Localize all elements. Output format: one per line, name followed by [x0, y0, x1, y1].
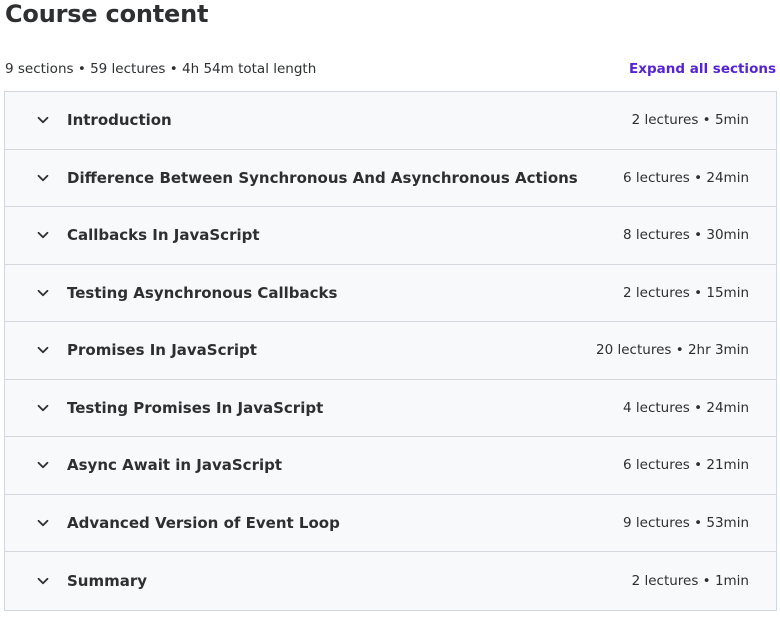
chevron-down-icon [36, 228, 50, 242]
section-row[interactable]: Callbacks In JavaScript 8 lectures • 30m… [5, 207, 776, 265]
chevron-down-icon [36, 286, 50, 300]
section-meta: 6 lectures • 21min [623, 457, 749, 474]
section-title: Promises In JavaScript [67, 341, 257, 360]
chevron-down-icon [36, 343, 50, 357]
section-title: Introduction [67, 111, 172, 130]
course-content-panel: Course content 9 sections • 59 lectures … [0, 0, 780, 622]
section-meta: 8 lectures • 30min [623, 227, 749, 244]
sections-list: Introduction 2 lectures • 5min Differenc… [4, 91, 777, 611]
section-row[interactable]: Difference Between Synchronous And Async… [5, 150, 776, 207]
section-meta: 4 lectures • 24min [623, 399, 749, 416]
section-row[interactable]: Testing Promises In JavaScript 4 lecture… [5, 380, 776, 437]
section-meta: 9 lectures • 53min [623, 514, 749, 531]
section-meta: 6 lectures • 24min [623, 169, 749, 186]
course-summary: 9 sections • 59 lectures • 4h 54m total … [5, 61, 317, 77]
chevron-down-icon [36, 171, 50, 185]
section-meta: 2 lectures • 5min [631, 112, 749, 129]
section-row[interactable]: Advanced Version of Event Loop 9 lecture… [5, 495, 776, 552]
chevron-down-icon [36, 574, 50, 588]
section-meta: 20 lectures • 2hr 3min [596, 342, 749, 359]
section-title: Difference Between Synchronous And Async… [67, 168, 578, 187]
section-title: Async Await in JavaScript [67, 456, 283, 475]
section-row[interactable]: Introduction 2 lectures • 5min [5, 92, 776, 150]
section-title: Summary [67, 571, 148, 590]
section-row[interactable]: Testing Asynchronous Callbacks 2 lecture… [5, 265, 776, 322]
section-row[interactable]: Promises In JavaScript 20 lectures • 2hr… [5, 322, 776, 380]
chevron-down-icon [36, 516, 50, 530]
chevron-down-icon [36, 401, 50, 415]
section-meta: 2 lectures • 1min [631, 572, 749, 589]
course-summary-bar: 9 sections • 59 lectures • 4h 54m total … [5, 58, 776, 80]
section-row[interactable]: Summary 2 lectures • 1min [5, 552, 776, 610]
section-title: Testing Promises In JavaScript [67, 398, 324, 417]
chevron-down-icon [36, 113, 50, 127]
page-title: Course content [5, 0, 209, 28]
section-title: Callbacks In JavaScript [67, 226, 260, 245]
section-title: Advanced Version of Event Loop [67, 513, 340, 532]
section-title: Testing Asynchronous Callbacks [67, 283, 338, 302]
section-meta: 2 lectures • 15min [623, 284, 749, 301]
expand-all-sections-button[interactable]: Expand all sections [629, 61, 776, 77]
chevron-down-icon [36, 458, 50, 472]
section-row[interactable]: Async Await in JavaScript 6 lectures • 2… [5, 437, 776, 495]
